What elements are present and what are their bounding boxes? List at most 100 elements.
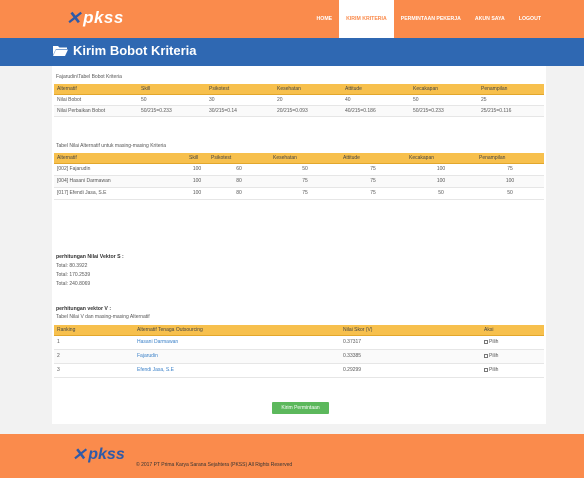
- vektor-s-title: perhitungan Nilai Vektor S :: [56, 254, 124, 260]
- table-cell: 75: [340, 163, 406, 176]
- table-cell: 75: [340, 187, 406, 200]
- rank-cell: 3: [54, 363, 134, 378]
- table-header-row: Alternatif Skill Psikotest Kesehatan Att…: [54, 153, 544, 164]
- col-header: Alternatif: [54, 84, 138, 95]
- col-header: Nilai Skor (V): [340, 325, 481, 336]
- vektor-s-total: Total: 80.3922: [56, 263, 88, 269]
- folder-icon: [53, 46, 68, 56]
- nav-logout[interactable]: LOGOUT: [512, 0, 548, 38]
- vektor-v-caption: Tabel Nilai V dan masing-masing Alternat…: [56, 314, 150, 320]
- bobot-table: Alternatif Skill Psikotest Kesehatan Att…: [54, 84, 544, 117]
- rank-cell: 2: [54, 349, 134, 364]
- table2-caption: Tabel Nilai Alternatif untuk masing-masi…: [56, 143, 167, 149]
- table-cell: 50: [406, 187, 476, 200]
- col-header: Skill: [186, 153, 208, 164]
- nav-home[interactable]: HOME: [310, 0, 340, 38]
- table-cell: 30: [206, 94, 274, 106]
- table1-caption: Fajarudin\Tabel Bobot Kriteria: [56, 74, 122, 80]
- table-cell: 40: [342, 94, 410, 106]
- logo-mark-icon: ✕: [66, 7, 82, 28]
- table-cell: 75: [340, 175, 406, 188]
- vektor-v-table: Ranking Alternatif Tenaga Outsourcing Ni…: [54, 325, 544, 378]
- col-header: Ranking: [54, 325, 134, 336]
- table-cell: 50: [410, 94, 478, 106]
- col-header: Alternatif: [54, 153, 186, 164]
- col-header: Attitude: [340, 153, 406, 164]
- table-header-row: Alternatif Skill Psikotest Kesehatan Att…: [54, 84, 544, 95]
- table-row: Nilai Bobot 50 30 20 40 50 25: [54, 94, 544, 106]
- table-cell: 100: [476, 175, 544, 188]
- table-row: Nilai Perbaikan Bobot 50/215=0.233 30/21…: [54, 105, 544, 117]
- nav-akun-saya[interactable]: AKUN SAYA: [468, 0, 512, 38]
- table-cell: 25: [478, 94, 544, 106]
- content-panel: Fajarudin\Tabel Bobot Kriteria Alternati…: [52, 66, 546, 424]
- rank-cell: 1: [54, 335, 134, 350]
- table-cell: 100: [406, 163, 476, 176]
- main-nav: HOME KIRIM KRITERIA PERMINTAAN PEKERJA A…: [310, 0, 548, 38]
- col-header: Psikotest: [206, 84, 274, 95]
- footer-logo-text: pkss: [88, 446, 125, 463]
- table-cell: 20/215=0.093: [274, 105, 342, 117]
- pilih-label[interactable]: Pilih: [489, 367, 498, 373]
- action-cell: Pilih: [481, 349, 544, 364]
- table-row: [002] Fajarudin 100 60 50 75 100 75: [54, 163, 544, 176]
- table-cell: 80: [208, 175, 270, 188]
- vektor-s-total: Total: 170.2539: [56, 272, 91, 278]
- page-heading: Kirim Bobot Kriteria: [53, 43, 197, 58]
- col-header: Aksi: [481, 325, 544, 336]
- pilih-checkbox[interactable]: [484, 367, 488, 372]
- copyright-text: © 2017 PT Prima Karya Sarana Sejahtera (…: [136, 462, 293, 468]
- score-cell: 0.37317: [340, 335, 481, 350]
- table-cell: 60: [208, 163, 270, 176]
- score-cell: 0.33385: [340, 349, 481, 364]
- col-header: Kesehatan: [274, 84, 342, 95]
- table-cell: 100: [186, 163, 208, 176]
- vektor-v-title: perhitungan vektor V :: [56, 306, 112, 312]
- table-row: [017] Efendi Jasa, S.E 100 80 75 75 50 5…: [54, 187, 544, 200]
- pilih-label[interactable]: Pilih: [489, 353, 498, 359]
- col-header: Kecakapan: [410, 84, 478, 95]
- table-cell: 100: [186, 187, 208, 200]
- table-cell: 80: [208, 187, 270, 200]
- table-row: [004] Hasani Darmawan 100 80 75 75 100 1…: [54, 175, 544, 188]
- table-cell: [004] Hasani Darmawan: [54, 175, 186, 188]
- kirim-permintaan-button[interactable]: Kirim Permintaan: [272, 402, 329, 414]
- nav-permintaan-pekerja[interactable]: PERMINTAAN PEKERJA: [394, 0, 468, 38]
- col-header: Penampilan: [476, 153, 544, 164]
- col-header: Kecakapan: [406, 153, 476, 164]
- table-cell: 75: [270, 187, 340, 200]
- table-cell: Nilai Perbaikan Bobot: [54, 105, 138, 117]
- col-header: Penampilan: [478, 84, 544, 95]
- table-cell: 50: [270, 163, 340, 176]
- pilih-checkbox[interactable]: [484, 353, 488, 358]
- alternatif-link[interactable]: Efendi Jasa, S.E: [134, 363, 340, 378]
- table-cell: 40/215=0.186: [342, 105, 410, 117]
- table-cell: 100: [406, 175, 476, 188]
- logo-mark-icon: ✕: [72, 445, 87, 464]
- table-row: 3 Efendi Jasa, S.E 0.29299 Pilih: [54, 363, 544, 378]
- table-cell: 25/215=0.116: [478, 105, 544, 117]
- vektor-s-total: Total: 240.8069: [56, 281, 91, 287]
- alternatif-link[interactable]: Hasani Darmawan: [134, 335, 340, 350]
- table-cell: 50: [138, 94, 206, 106]
- table-cell: 75: [270, 175, 340, 188]
- action-cell: Pilih: [481, 363, 544, 378]
- table-cell: [017] Efendi Jasa, S.E: [54, 187, 186, 200]
- score-cell: 0.29299: [340, 363, 481, 378]
- nav-kirim-kriteria[interactable]: KIRIM KRITERIA: [339, 0, 394, 38]
- col-header: Alternatif Tenaga Outsourcing: [134, 325, 340, 336]
- table-cell: 50: [476, 187, 544, 200]
- col-header: Attitude: [342, 84, 410, 95]
- table-cell: [002] Fajarudin: [54, 163, 186, 176]
- brand-logo[interactable]: ✕ pkss: [66, 6, 124, 30]
- footer-logo: ✕ pkss: [72, 445, 125, 465]
- table-cell: 30/215=0.14: [206, 105, 274, 117]
- table-cell: Nilai Bobot: [54, 94, 138, 106]
- pilih-checkbox[interactable]: [484, 339, 488, 344]
- col-header: Psikotest: [208, 153, 270, 164]
- table-cell: 20: [274, 94, 342, 106]
- table-cell: 50/215=0.233: [138, 105, 206, 117]
- pilih-label[interactable]: Pilih: [489, 339, 498, 345]
- logo-text: pkss: [83, 8, 124, 27]
- alternatif-link[interactable]: Fajarudin: [134, 349, 340, 364]
